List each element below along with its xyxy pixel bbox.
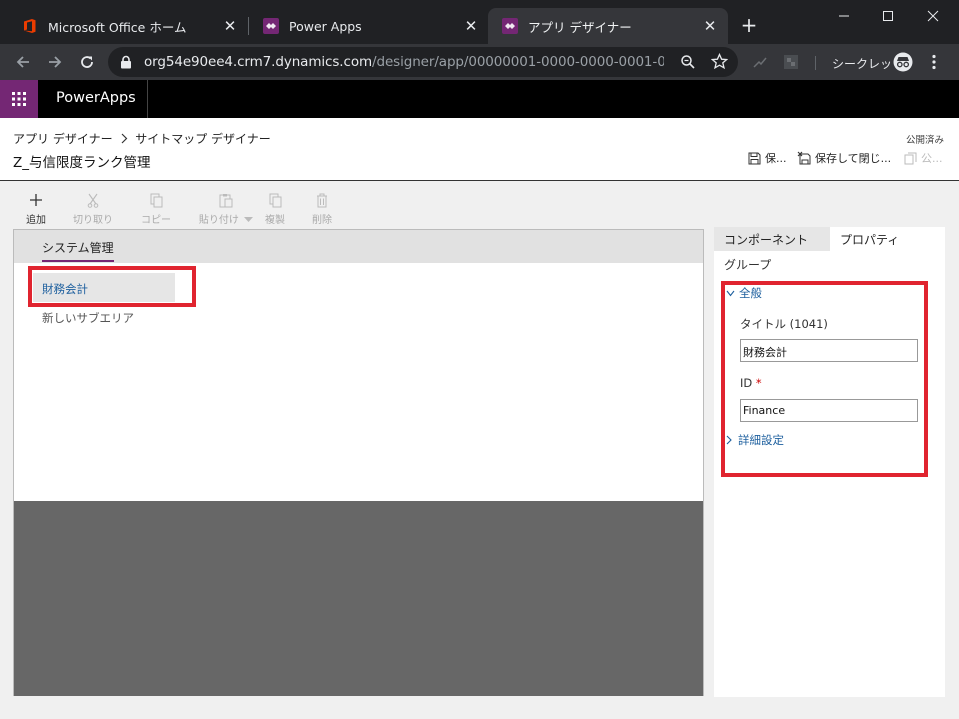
paste-icon [219, 193, 233, 207]
add-button[interactable]: 追加 [11, 192, 61, 226]
tab-label: Power Apps [289, 18, 362, 34]
area-tab-system-admin[interactable]: システム管理 [42, 239, 114, 262]
trash-icon [317, 193, 327, 207]
breadcrumb: アプリ デザイナー サイトマップ デザイナー [13, 130, 271, 147]
save-and-close-button[interactable]: 保存して閉じ... [797, 150, 891, 166]
tab-label: Microsoft Office ホーム [48, 19, 187, 35]
browser-toolbar: org54e90ee4.crm7.dynamics.com/designer/a… [0, 44, 959, 80]
powerapps-header: PowerApps [0, 80, 959, 118]
copy-icon [150, 193, 162, 207]
save-close-icon [797, 151, 811, 165]
publish-button[interactable]: 公... [904, 150, 943, 166]
maximize-window-icon[interactable] [866, 3, 910, 29]
highlight-box-group [28, 266, 196, 307]
close-icon[interactable]: ✕ [461, 16, 481, 36]
publish-status: 公開済み [905, 135, 944, 146]
app-launcher-waffle-icon[interactable] [0, 80, 38, 118]
command-bar: 追加 切り取り コピー 貼り付け 複製 削除 [0, 182, 959, 228]
forward-arrow-icon[interactable] [43, 50, 67, 74]
browser-tab-bar: Microsoft Office ホーム ✕ Power Apps ✕ アプリ … [0, 0, 959, 44]
powerapps-icon [263, 18, 279, 34]
powerapps-icon [502, 18, 518, 34]
bookmark-star-icon[interactable] [711, 53, 728, 70]
close-window-icon[interactable] [911, 3, 955, 29]
save-icon [748, 152, 761, 164]
header-separator [147, 80, 148, 118]
panel-tabs: コンポーネント プロパティ [714, 227, 945, 251]
tab-label: アプリ デザイナー [528, 19, 632, 35]
delete-button[interactable]: 削除 [297, 192, 347, 226]
save-button[interactable]: 保... [748, 150, 787, 166]
highlight-box-properties [721, 281, 928, 477]
page-title: Z_与信限度ランク管理 [13, 155, 151, 171]
paste-button[interactable]: 貼り付け [196, 192, 256, 226]
close-icon[interactable]: ✕ [700, 16, 720, 36]
close-icon[interactable]: ✕ [220, 16, 240, 36]
plus-icon [30, 194, 42, 206]
url-text: org54e90ee4.crm7.dynamics.com/designer/a… [144, 54, 664, 70]
kebab-menu-icon[interactable] [931, 54, 937, 70]
zoom-icon[interactable] [680, 54, 696, 70]
scissors-icon [87, 193, 99, 208]
product-title[interactable]: PowerApps [56, 90, 136, 106]
breadcrumb-app-designer[interactable]: アプリ デザイナー [13, 132, 113, 146]
new-tab-plus-icon[interactable]: + [738, 15, 760, 37]
cut-button[interactable]: 切り取り [68, 192, 118, 226]
chevron-right-icon [121, 133, 128, 144]
subarea-item-new[interactable]: 新しいサブエリア [42, 310, 134, 326]
designer-header: アプリ デザイナー サイトマップ デザイナー Z_与信限度ランク管理 公開済み … [0, 118, 959, 181]
tab-app-designer[interactable]: アプリ デザイナー ✕ [488, 8, 728, 44]
office-icon [24, 19, 36, 33]
canvas-empty-region [14, 501, 703, 696]
minimize-window-icon[interactable] [822, 3, 866, 29]
lock-icon [121, 55, 131, 69]
address-bar[interactable]: org54e90ee4.crm7.dynamics.com/designer/a… [108, 47, 738, 77]
toolbar-separator [815, 56, 816, 70]
incognito-icon[interactable] [893, 52, 913, 72]
extension-icon[interactable] [783, 54, 799, 70]
tab-office-home[interactable]: Microsoft Office ホーム ✕ [8, 8, 248, 44]
tab-properties[interactable]: プロパティ [830, 227, 945, 251]
extension-icon[interactable] [752, 55, 768, 69]
reload-icon[interactable] [75, 50, 99, 74]
publish-icon [904, 152, 917, 164]
area-header: システム管理 [14, 230, 703, 263]
copy-button[interactable]: コピー [131, 192, 181, 226]
back-arrow-icon[interactable] [11, 50, 35, 74]
duplicate-icon [269, 193, 281, 207]
tab-power-apps[interactable]: Power Apps ✕ [249, 8, 489, 44]
breadcrumb-sitemap-designer: サイトマップ デザイナー [135, 132, 271, 146]
tab-components[interactable]: コンポーネント [714, 227, 830, 251]
object-type-label: グループ [724, 258, 772, 272]
duplicate-button[interactable]: 複製 [250, 192, 300, 226]
